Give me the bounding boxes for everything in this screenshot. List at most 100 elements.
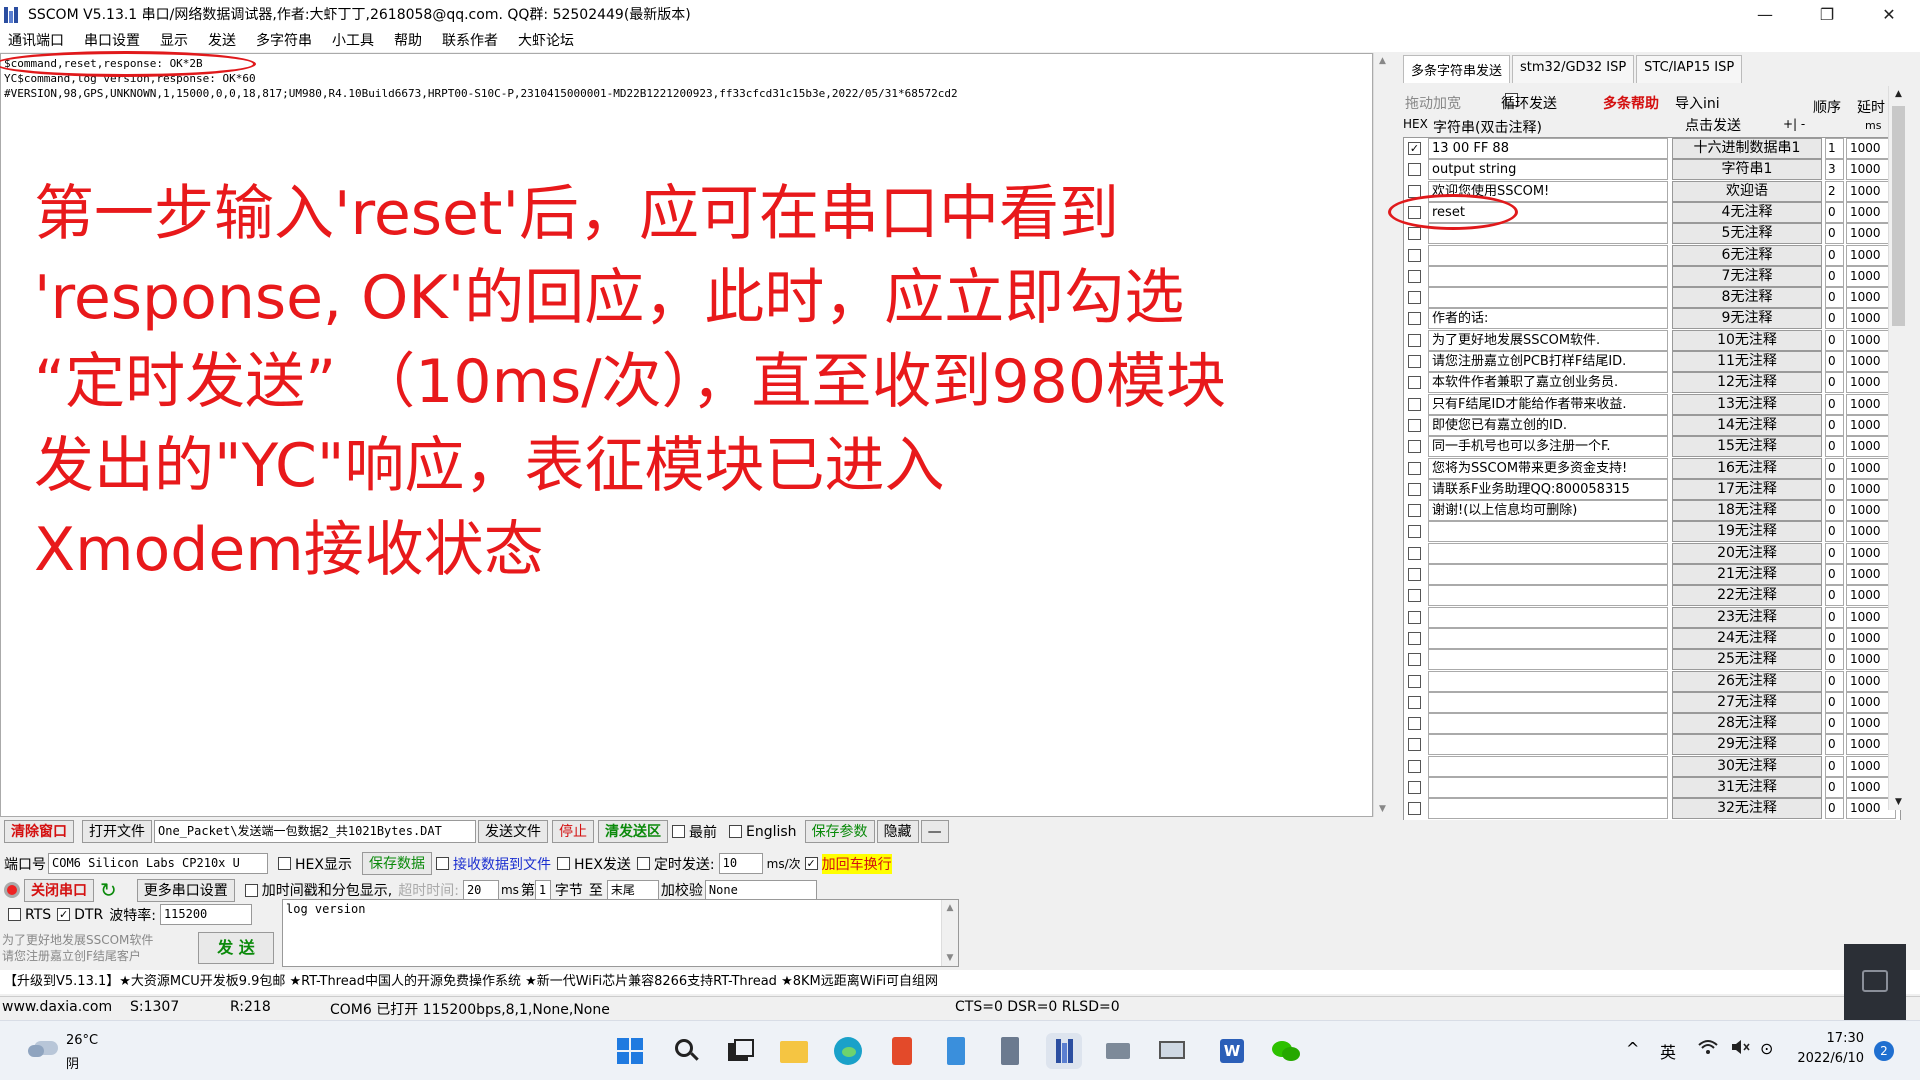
weather-icon[interactable] bbox=[24, 1035, 60, 1063]
baud-select[interactable]: 115200 bbox=[159, 904, 252, 925]
string-input[interactable] bbox=[1428, 542, 1668, 564]
send-string-button[interactable]: 9无注释 bbox=[1672, 308, 1822, 330]
order-input[interactable]: 0 bbox=[1825, 798, 1844, 820]
send-scrollbar[interactable]: ▲ ▼ bbox=[941, 900, 958, 966]
menu-contact[interactable]: 联系作者 bbox=[442, 30, 498, 50]
hex-send-checkbox[interactable] bbox=[556, 857, 570, 870]
order-input[interactable]: 0 bbox=[1825, 521, 1844, 543]
string-input[interactable]: 同一手机号也可以多注册一个F. bbox=[1428, 436, 1668, 458]
hex-checkbox[interactable] bbox=[1408, 163, 1421, 177]
hex-checkbox[interactable] bbox=[1408, 248, 1421, 262]
search-icon[interactable] bbox=[668, 1033, 704, 1069]
hex-checkbox[interactable] bbox=[1408, 227, 1421, 241]
send-string-button[interactable]: 30无注释 bbox=[1672, 755, 1822, 777]
import-ini-button[interactable]: 导入ini bbox=[1675, 93, 1720, 113]
string-input[interactable]: 您将为SSCOM带来更多资金支持! bbox=[1428, 457, 1668, 479]
string-input[interactable] bbox=[1428, 777, 1668, 798]
hex-checkbox[interactable] bbox=[1408, 355, 1421, 368]
volume-icon[interactable] bbox=[1730, 1039, 1750, 1059]
string-input[interactable]: 谢谢!(以上信息均可删除) bbox=[1428, 500, 1668, 522]
menu-help[interactable]: 帮助 bbox=[394, 30, 422, 50]
order-input[interactable]: 0 bbox=[1825, 329, 1844, 351]
menu-port-settings[interactable]: 串口设置 bbox=[84, 30, 140, 50]
string-input[interactable] bbox=[1428, 713, 1668, 735]
open-file-button[interactable]: 打开文件 bbox=[82, 820, 152, 843]
send-string-button[interactable]: 17无注释 bbox=[1672, 478, 1822, 500]
order-input[interactable]: 0 bbox=[1825, 755, 1844, 777]
send-string-button[interactable]: 7无注释 bbox=[1672, 265, 1822, 287]
send-string-button[interactable]: 22无注释 bbox=[1672, 585, 1822, 607]
menu-display[interactable]: 显示 bbox=[160, 30, 188, 50]
hex-checkbox[interactable] bbox=[1408, 717, 1421, 731]
hex-checkbox[interactable] bbox=[1408, 759, 1421, 773]
send-string-button[interactable]: 18无注释 bbox=[1672, 500, 1822, 522]
hex-checkbox[interactable] bbox=[1408, 568, 1421, 581]
hex-checkbox[interactable] bbox=[1408, 695, 1421, 709]
string-input[interactable]: 13 00 FF 88 bbox=[1428, 138, 1668, 159]
string-input[interactable]: 作者的话: bbox=[1428, 308, 1668, 330]
menu-forum[interactable]: 大虾论坛 bbox=[518, 30, 574, 50]
remote-desktop-icon[interactable] bbox=[1154, 1033, 1190, 1069]
menu-comm-port[interactable]: 通讯端口 bbox=[8, 30, 64, 50]
wechat-icon[interactable] bbox=[1268, 1033, 1304, 1069]
windows-start-icon[interactable] bbox=[612, 1033, 648, 1069]
order-input[interactable]: 0 bbox=[1825, 351, 1844, 372]
scroll-down-arrow-icon[interactable]: ▼ bbox=[942, 950, 958, 966]
string-input[interactable]: 本软件作者兼职了嘉立创业务员. bbox=[1428, 372, 1668, 394]
receive-scrollbar[interactable]: ▲ ▼ bbox=[1373, 53, 1391, 817]
timed-send-checkbox[interactable] bbox=[636, 857, 650, 870]
order-input[interactable]: 0 bbox=[1825, 393, 1844, 415]
order-input[interactable]: 0 bbox=[1825, 308, 1844, 330]
order-input[interactable]: 0 bbox=[1825, 500, 1844, 522]
send-string-button[interactable]: 4无注释 bbox=[1672, 201, 1822, 223]
english-checkbox[interactable] bbox=[729, 825, 742, 838]
order-input[interactable]: 2 bbox=[1825, 180, 1844, 202]
scroll-thumb[interactable] bbox=[1892, 106, 1905, 326]
hex-checkbox[interactable] bbox=[1408, 482, 1421, 496]
menu-multi-string[interactable]: 多字符串 bbox=[256, 30, 312, 50]
hex-checkbox[interactable] bbox=[1408, 589, 1421, 603]
send-string-button[interactable]: 31无注释 bbox=[1672, 777, 1822, 798]
string-input[interactable]: 只有F结尾ID才能给作者带来收益. bbox=[1428, 393, 1668, 415]
floating-widget[interactable] bbox=[1844, 944, 1906, 1020]
send-string-button[interactable]: 8无注释 bbox=[1672, 287, 1822, 309]
string-input[interactable] bbox=[1428, 606, 1668, 628]
ime-mode-icon[interactable]: ⊙ bbox=[1760, 1039, 1773, 1058]
topmost-checkbox[interactable] bbox=[672, 825, 685, 838]
order-input[interactable]: 0 bbox=[1825, 670, 1844, 692]
string-input[interactable] bbox=[1428, 521, 1668, 543]
interval-input[interactable]: 10 bbox=[718, 853, 763, 874]
send-string-button[interactable]: 13无注释 bbox=[1672, 393, 1822, 415]
maximize-button[interactable]: ❐ bbox=[1796, 0, 1858, 28]
order-input[interactable]: 0 bbox=[1825, 627, 1844, 649]
hex-checkbox[interactable] bbox=[1408, 610, 1421, 624]
send-string-button[interactable]: 15无注释 bbox=[1672, 436, 1822, 458]
order-input[interactable]: 0 bbox=[1825, 691, 1844, 713]
file-path-field[interactable]: One_Packet\发送端一包数据2_共1021Bytes.DAT bbox=[154, 820, 476, 843]
edge-icon[interactable] bbox=[830, 1033, 866, 1069]
close-button[interactable]: ✕ bbox=[1858, 0, 1920, 28]
send-string-button[interactable]: 6无注释 bbox=[1672, 244, 1822, 266]
hex-checkbox[interactable] bbox=[1408, 269, 1421, 283]
send-string-button[interactable]: 欢迎语 bbox=[1672, 180, 1822, 202]
hide-button[interactable]: 隐藏 bbox=[876, 820, 919, 843]
string-input[interactable]: 为了更好地发展SSCOM软件. bbox=[1428, 329, 1668, 351]
clock-date[interactable]: 2022/6/10 bbox=[1790, 1051, 1864, 1066]
clear-send-button[interactable]: 清发送区 bbox=[598, 820, 668, 843]
order-input[interactable]: 0 bbox=[1825, 777, 1844, 798]
task-view-icon[interactable] bbox=[722, 1033, 758, 1069]
hex-checkbox[interactable] bbox=[1408, 312, 1421, 326]
notification-badge[interactable]: 2 bbox=[1874, 1041, 1894, 1061]
website-link[interactable]: www.daxia.com bbox=[2, 999, 112, 1015]
send-string-button[interactable]: 25无注释 bbox=[1672, 649, 1822, 671]
order-input[interactable]: 0 bbox=[1825, 585, 1844, 607]
collapse-button[interactable]: — bbox=[920, 820, 949, 843]
string-input[interactable] bbox=[1428, 265, 1668, 287]
send-string-button[interactable]: 20无注释 bbox=[1672, 542, 1822, 564]
hex-checkbox[interactable] bbox=[1408, 291, 1421, 305]
menu-tools[interactable]: 小工具 bbox=[332, 30, 374, 50]
close-port-button[interactable]: 关闭串口 bbox=[24, 878, 94, 902]
order-input[interactable]: 0 bbox=[1825, 457, 1844, 479]
timeout-input[interactable]: 20 bbox=[462, 879, 499, 901]
dtr-checkbox[interactable]: ✓ bbox=[57, 908, 71, 921]
